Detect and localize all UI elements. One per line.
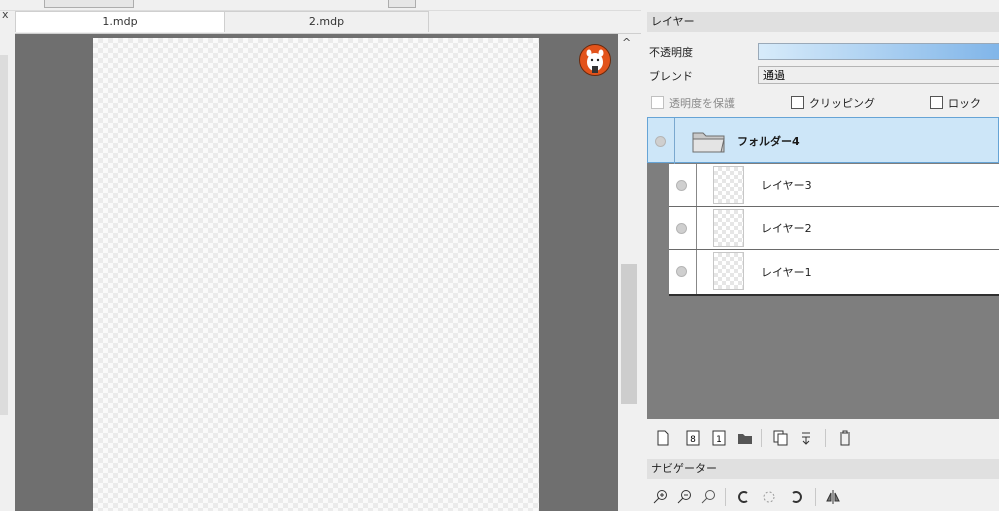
scrollbar-thumb[interactable] <box>621 264 637 404</box>
tab-1-mdp[interactable]: 1.mdp <box>15 11 225 32</box>
row-divider <box>696 207 697 249</box>
protect-alpha-label: 透明度を保護 <box>669 97 735 110</box>
new-8bit-layer-icon[interactable]: 8 <box>685 430 701 446</box>
layer-panel: レイヤー 不透明度 ブレンド 通過 透明度を保護 クリッピング ロック フォルダ… <box>641 10 999 511</box>
blend-mode-value: 通過 <box>763 69 785 82</box>
lock-label: ロック <box>948 97 981 110</box>
rotate-left-icon[interactable] <box>735 489 751 505</box>
layer-row[interactable]: レイヤー2 <box>669 207 999 250</box>
layer-row[interactable]: レイヤー3 <box>669 164 999 207</box>
layer-name: レイヤー1 <box>761 266 812 279</box>
mascot-avatar-icon <box>579 44 611 76</box>
row-divider <box>674 118 675 164</box>
visibility-toggle-icon[interactable] <box>676 180 687 191</box>
tab-label: 2.mdp <box>308 15 345 28</box>
row-divider <box>696 250 697 294</box>
blend-label: ブレンド <box>649 70 693 83</box>
zoom-fit-icon[interactable] <box>701 489 717 505</box>
left-scrollbar[interactable] <box>0 55 8 415</box>
row-divider <box>696 164 697 206</box>
folder-name: フォルダー4 <box>737 135 800 148</box>
svg-text:1: 1 <box>716 435 722 445</box>
navigator-toolbar <box>647 483 999 511</box>
layer-thumbnail <box>713 209 744 247</box>
layer-row[interactable]: レイヤー1 <box>669 250 999 296</box>
layer-list: フォルダー4 レイヤー3 レイヤー2 レイヤー1 <box>647 117 999 419</box>
navigator-panel-title: ナビゲーター <box>647 459 999 479</box>
opacity-slider[interactable] <box>758 43 999 60</box>
new-folder-icon[interactable] <box>737 430 753 446</box>
new-layer-icon[interactable] <box>655 430 671 446</box>
layer-row-folder[interactable]: フォルダー4 <box>647 117 999 164</box>
visibility-toggle-icon[interactable] <box>655 136 666 147</box>
lock-checkbox[interactable]: ロック <box>930 95 981 111</box>
merge-down-icon[interactable] <box>799 430 815 446</box>
tab-label: 1.mdp <box>102 15 138 28</box>
layer-panel-title: レイヤー <box>647 12 999 32</box>
layer-thumbnail <box>713 252 744 290</box>
new-1bit-layer-icon[interactable]: 1 <box>711 430 727 446</box>
toolbar-separator <box>761 429 762 447</box>
checkbox-box <box>930 96 943 109</box>
document-tab-bar: 1.mdp 2.mdp <box>15 11 647 34</box>
scroll-up-icon[interactable]: ^ <box>622 36 631 49</box>
close-icon[interactable]: x <box>2 8 9 21</box>
delete-layer-icon[interactable] <box>837 430 853 446</box>
layer-toolbar: 8 1 <box>647 422 999 454</box>
top-toolbar-control[interactable] <box>44 0 134 8</box>
clipping-label: クリッピング <box>809 97 875 110</box>
canvas-area[interactable] <box>15 34 618 511</box>
rotate-reset-icon[interactable] <box>761 489 777 505</box>
checkbox-box <box>651 96 664 109</box>
layer-name: レイヤー3 <box>761 179 812 192</box>
tab-2-mdp[interactable]: 2.mdp <box>224 11 429 32</box>
rotate-right-icon[interactable] <box>789 489 805 505</box>
top-toolbar-button[interactable] <box>388 0 416 8</box>
layer-thumbnail <box>713 166 744 204</box>
layer-name: レイヤー2 <box>761 222 812 235</box>
clipping-checkbox[interactable]: クリッピング <box>791 95 875 111</box>
opacity-label: 不透明度 <box>649 46 693 59</box>
duplicate-layer-icon[interactable] <box>773 430 789 446</box>
protect-alpha-checkbox[interactable]: 透明度を保護 <box>651 95 735 111</box>
zoom-out-icon[interactable] <box>677 489 693 505</box>
toolbar-separator <box>815 488 816 506</box>
toolbar-separator <box>825 429 826 447</box>
left-side-strip: x <box>0 8 15 511</box>
blend-mode-select[interactable]: 通過 <box>758 66 999 84</box>
flip-horizontal-icon[interactable] <box>825 489 841 505</box>
svg-text:8: 8 <box>690 435 696 445</box>
checkbox-box <box>791 96 804 109</box>
zoom-in-icon[interactable] <box>653 489 669 505</box>
canvas-vertical-scrollbar[interactable]: ^ <box>618 34 640 511</box>
folder-icon <box>692 132 725 153</box>
visibility-toggle-icon[interactable] <box>676 223 687 234</box>
canvas-page[interactable] <box>93 38 539 511</box>
visibility-toggle-icon[interactable] <box>676 266 687 277</box>
toolbar-separator <box>725 488 726 506</box>
